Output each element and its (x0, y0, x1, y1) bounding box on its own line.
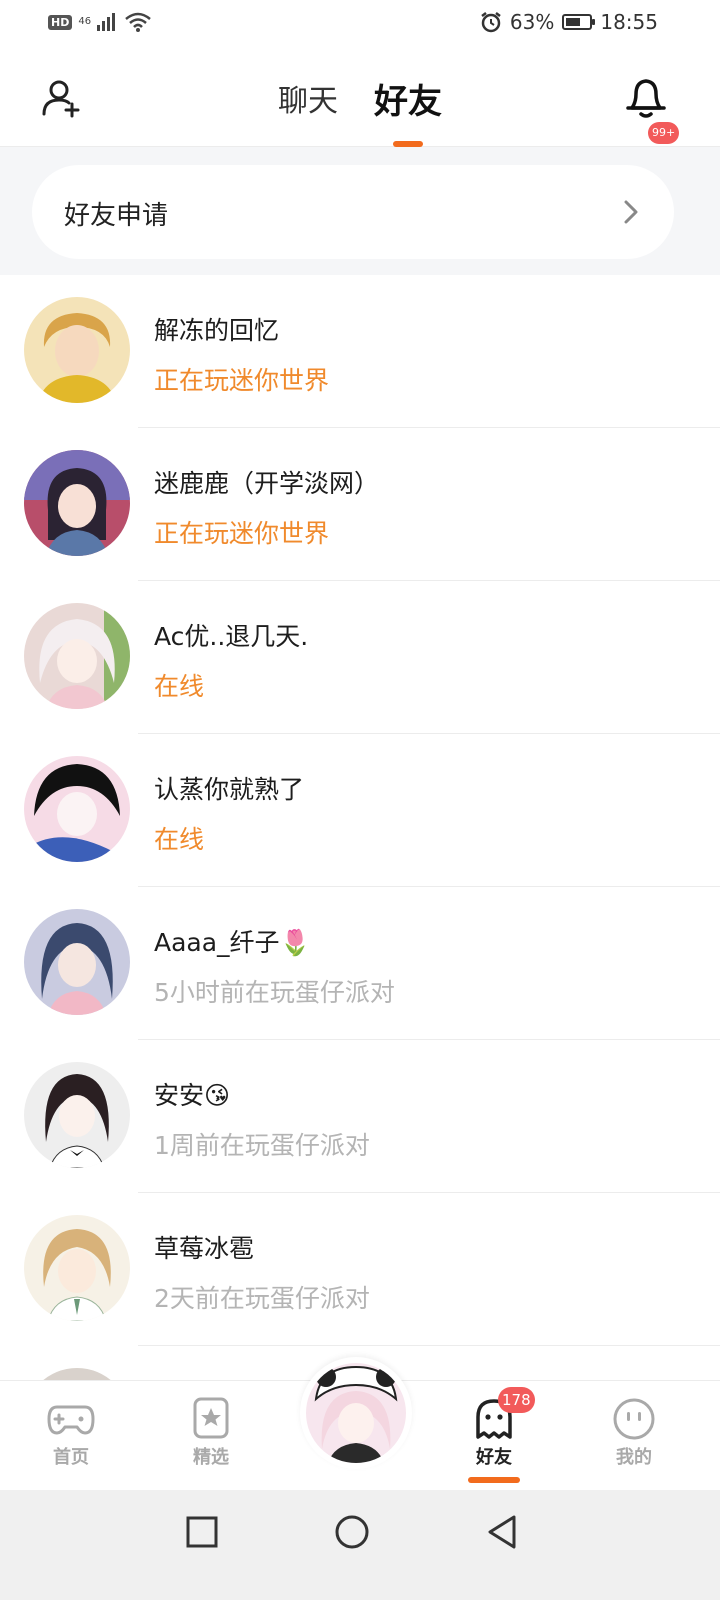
nav-featured[interactable]: 精选 (171, 1397, 251, 1469)
friend-name: 安安😘 (154, 1081, 231, 1110)
friend-status: 2天前在玩蛋仔派对 (154, 1284, 370, 1313)
nav-featured-label: 精选 (193, 1447, 229, 1468)
profile-avatar (306, 1363, 406, 1463)
header: 聊天 好友 99+ (0, 50, 720, 147)
friend-row[interactable]: 草莓冰雹 2天前在玩蛋仔派对 (0, 1193, 720, 1346)
friend-name: 解冻的回忆 (154, 316, 280, 345)
friend-row[interactable]: 认蒸你就熟了 在线 (0, 734, 720, 887)
friend-name: 草莓冰雹 (154, 1234, 255, 1263)
friends-badge: 178 (498, 1387, 535, 1413)
avatar[interactable] (24, 1215, 130, 1321)
friend-row[interactable]: Ac优..退几天. 在线 (0, 581, 720, 734)
friend-status: 在线 (154, 825, 205, 854)
friend-status: 5小时前在玩蛋仔派对 (154, 978, 395, 1007)
friend-request-section: 好友申请 (0, 147, 720, 275)
nav-friends-label: 好友 (476, 1447, 512, 1468)
friend-row[interactable]: 迷鹿鹿（开学淡网） 正在玩迷你世界 (0, 428, 720, 581)
nav-me-label: 我的 (616, 1447, 652, 1468)
home-circle-icon[interactable] (332, 1512, 372, 1552)
top-tabs: 聊天 好友 (0, 74, 720, 147)
avatar[interactable] (24, 1062, 130, 1168)
tab-friends[interactable]: 好友 (374, 74, 442, 147)
friend-list: 解冻的回忆 正在玩迷你世界 迷鹿鹿（开学淡网） 正在玩迷你世界 Ac优..退几天… (0, 275, 720, 1499)
tab-friends-label: 好友 (374, 82, 442, 122)
center-avatar-button[interactable] (300, 1357, 412, 1469)
friend-request-label: 好友申请 (64, 201, 169, 231)
wifi-icon (125, 12, 151, 32)
friend-status: 在线 (154, 672, 205, 701)
friend-row[interactable]: 安安😘 1周前在玩蛋仔派对 (0, 1040, 720, 1193)
clock: 18:55 (600, 10, 658, 34)
hd-badge: HD (48, 14, 73, 30)
friend-row[interactable]: Aaaa_纤子🌷 5小时前在玩蛋仔派对 (0, 887, 720, 1040)
system-nav-bar (0, 1490, 720, 1600)
friend-name: Ac优..退几天. (154, 622, 309, 651)
friend-name: Aaaa_纤子🌷 (154, 928, 311, 957)
status-left: HD 46 (48, 12, 151, 32)
bell-icon[interactable] (624, 72, 668, 120)
friend-name: 认蒸你就熟了 (154, 775, 305, 804)
battery-fill (566, 18, 581, 26)
nav-me[interactable]: 我的 (594, 1397, 674, 1469)
friend-status: 正在玩迷你世界 (154, 519, 330, 548)
friend-name: 迷鹿鹿（开学淡网） (154, 469, 380, 498)
star-bookmark-icon (193, 1397, 229, 1439)
avatar[interactable] (24, 297, 130, 403)
friend-status: 正在玩迷你世界 (154, 366, 330, 395)
nav-friends[interactable]: 好友 178 (454, 1387, 535, 1483)
avatar[interactable] (24, 603, 130, 709)
battery-icon (562, 14, 596, 30)
friend-row[interactable]: 解冻的回忆 正在玩迷你世界 (0, 275, 720, 428)
avatar[interactable] (24, 756, 130, 862)
status-right: 63% 18:55 (480, 10, 658, 34)
network-type: 46 (78, 16, 92, 27)
avatar[interactable] (24, 909, 130, 1015)
gamepad-icon (47, 1405, 95, 1435)
notification-badge: 99+ (648, 122, 680, 144)
battery-percent: 63% (509, 10, 555, 34)
alarm-icon (481, 12, 501, 33)
recent-apps-icon[interactable] (182, 1512, 222, 1552)
nav-home-label: 首页 (53, 1447, 89, 1468)
friend-request-button[interactable]: 好友申请 (32, 165, 674, 259)
friend-status: 1周前在玩蛋仔派对 (154, 1131, 370, 1160)
tab-chat[interactable]: 聊天 (278, 76, 338, 125)
chevron-right-icon (624, 200, 638, 224)
nav-active-indicator (468, 1477, 520, 1483)
status-bar: HD 46 63% 18:55 (0, 0, 720, 50)
bottom-nav: 首页 精选 好友 178 我的 (0, 1357, 720, 1491)
back-triangle-icon[interactable] (482, 1512, 522, 1552)
avatar[interactable] (24, 450, 130, 556)
signal-icon (97, 13, 116, 31)
nav-home[interactable]: 首页 (31, 1397, 111, 1469)
face-icon (613, 1398, 655, 1440)
